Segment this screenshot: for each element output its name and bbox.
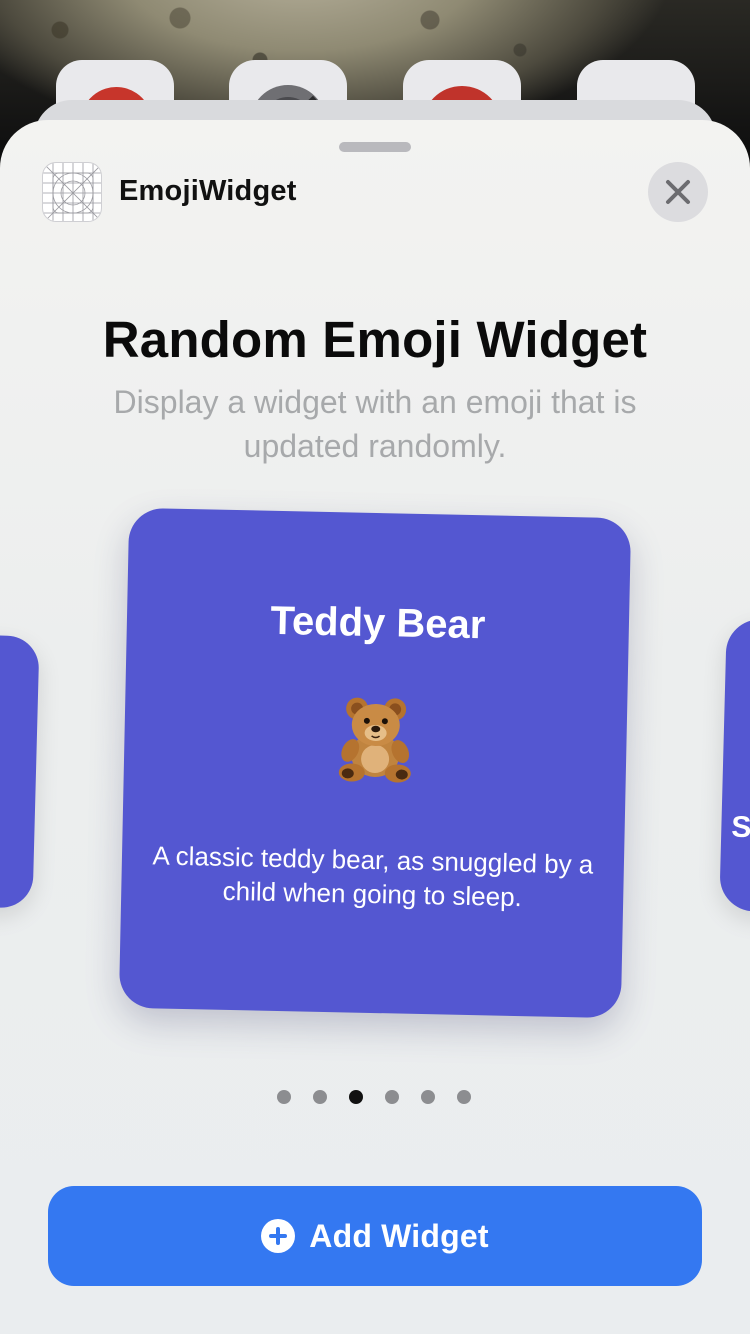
widget-description: A classic teddy bear, as snuggled by a c… xyxy=(152,840,594,913)
page-dot-active[interactable] xyxy=(349,1090,363,1104)
widget-gallery-title: Random Emoji Widget xyxy=(102,311,648,368)
close-button[interactable] xyxy=(648,162,708,222)
page-indicator[interactable] xyxy=(277,1090,471,1104)
page-dot[interactable] xyxy=(277,1090,291,1104)
page-dot[interactable] xyxy=(421,1090,435,1104)
app-name: EmojiWidget xyxy=(119,175,297,207)
next-widget-preview[interactable]: S xyxy=(719,618,750,914)
page-dot[interactable] xyxy=(385,1090,399,1104)
widget-gallery-description: Display a widget with an emoji that is u… xyxy=(113,384,637,464)
widget-name: Teddy Bear xyxy=(270,598,486,648)
page-dot[interactable] xyxy=(457,1090,471,1104)
next-widget-peek-text: S xyxy=(730,810,750,845)
page-dot[interactable] xyxy=(313,1090,327,1104)
previous-widget-preview[interactable] xyxy=(0,633,40,909)
add-widget-button[interactable]: Add Widget xyxy=(48,1186,702,1286)
blueprint-grid-icon xyxy=(42,162,102,222)
close-icon xyxy=(666,180,690,204)
teddy-bear-icon xyxy=(338,697,411,783)
widget-preview-card[interactable]: Teddy Bear A classic teddy bear, as snug… xyxy=(118,507,632,1019)
plus-circle-icon xyxy=(261,1219,296,1253)
widget-sheet: EmojiWidget Random Emoji Widget Display … xyxy=(0,120,750,1334)
sheet-grabber[interactable] xyxy=(339,142,411,152)
add-widget-label: Add Widget xyxy=(309,1217,489,1254)
